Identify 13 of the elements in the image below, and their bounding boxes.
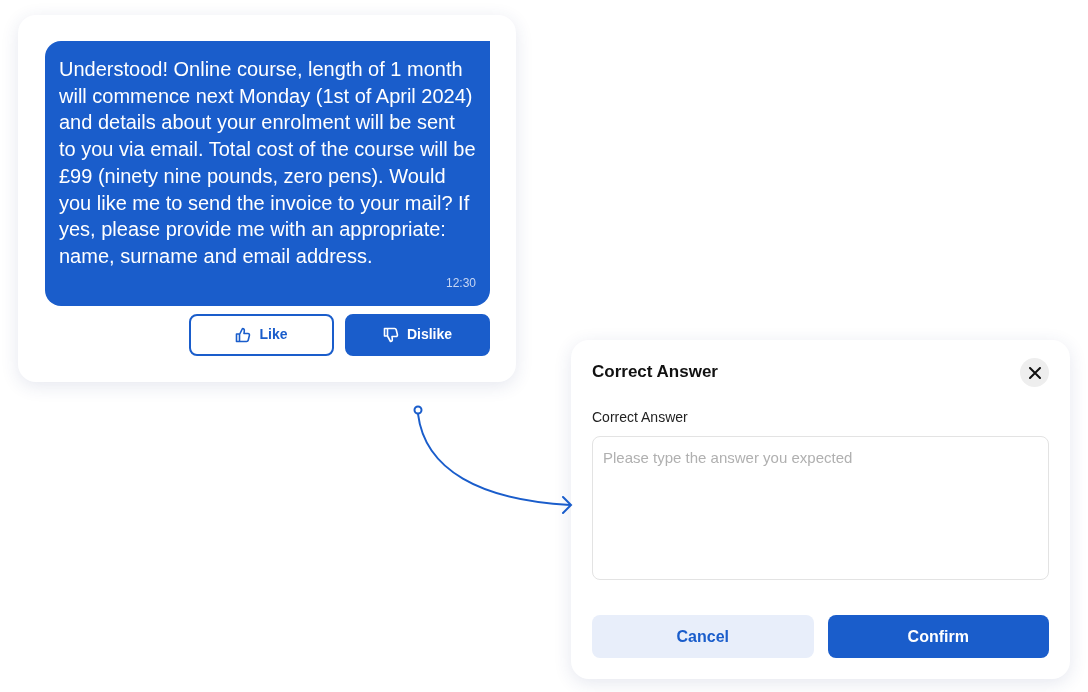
field-label: Correct Answer	[592, 408, 688, 427]
thumbs-up-icon	[235, 326, 252, 343]
confirm-button[interactable]: Confirm	[827, 615, 1049, 658]
answer-field[interactable]: Please type the answer you expected	[592, 436, 1049, 580]
close-button[interactable]	[1020, 358, 1049, 387]
message-text: Understood! Online course, length of 1 month will commence next Monday (1st of April 2024) and details about your enrolment will be sent to you via email. Total cost of the course will be £99 (ninety nine pounds, zero pens). Would you like me to send the invoice to your mail? If yes, please provide me with an appropriate: name, surname and email address.	[59, 57, 476, 269]
dislike-button[interactable]: Dislike	[345, 313, 490, 356]
cancel-button[interactable]: Cancel	[592, 615, 814, 658]
thumbs-down-icon	[382, 326, 399, 343]
close-icon	[1028, 366, 1041, 379]
like-button[interactable]: Like	[189, 313, 334, 356]
message-time: 12:30	[445, 274, 476, 292]
dialog-title: Correct Answer	[592, 362, 718, 383]
